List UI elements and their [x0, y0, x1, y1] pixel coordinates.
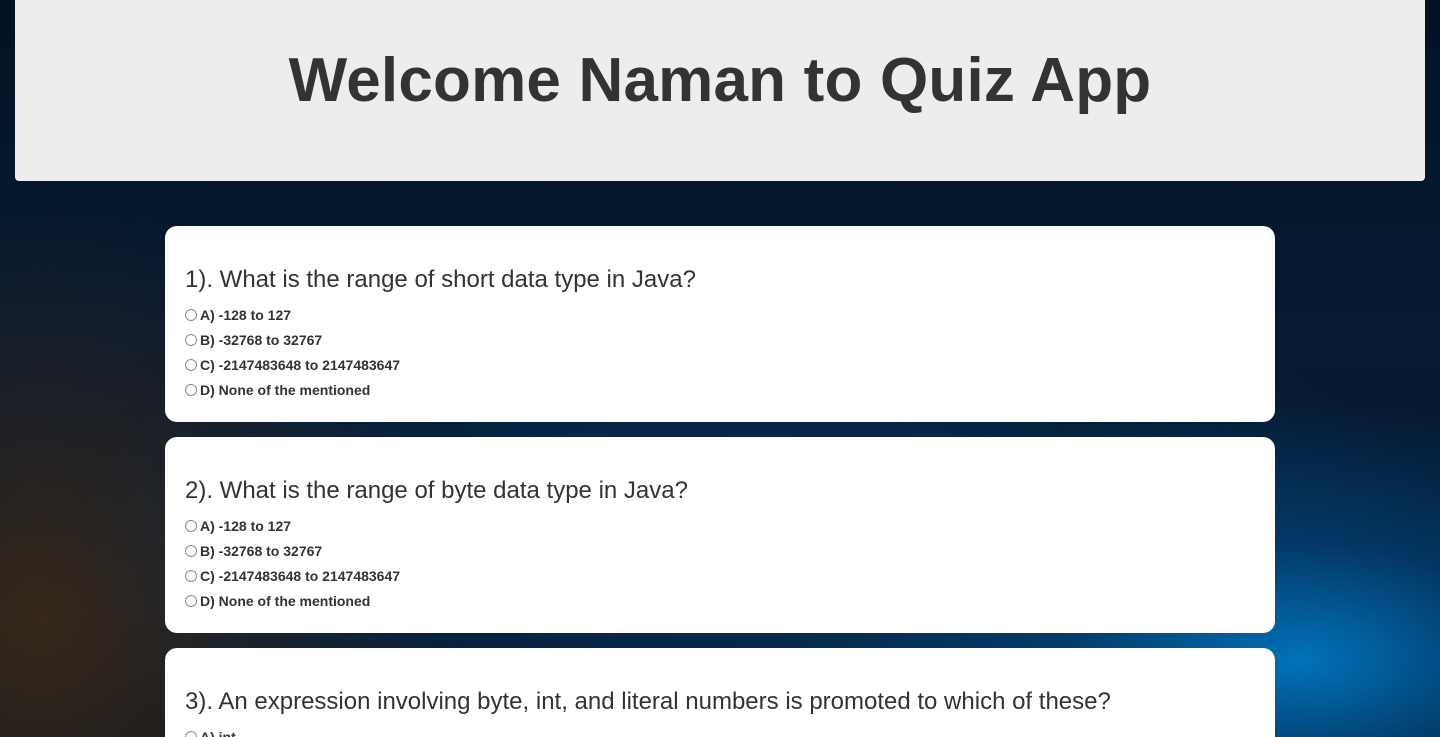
radio-button[interactable] — [185, 358, 197, 371]
option-a[interactable]: A) int — [185, 724, 1255, 737]
option-label: C) -2147483648 to 2147483647 — [200, 356, 401, 373]
radio-button[interactable] — [185, 594, 197, 607]
question-text: 2). What is the range of byte data type … — [185, 477, 688, 504]
radio-button[interactable] — [185, 308, 197, 321]
option-a[interactable]: A) -128 to 127 — [185, 302, 1255, 327]
radio-button[interactable] — [185, 730, 197, 737]
option-label: A) int — [200, 728, 236, 737]
option-label: D) None of the mentioned — [200, 381, 371, 398]
option-label: A) -128 to 127 — [200, 306, 292, 323]
option-b[interactable]: B) -32768 to 32767 — [185, 327, 1255, 352]
option-label: A) -128 to 127 — [200, 517, 292, 534]
option-b[interactable]: B) -32768 to 32767 — [185, 538, 1255, 563]
option-label: B) -32768 to 32767 — [200, 331, 323, 348]
option-label: B) -32768 to 32767 — [200, 542, 323, 559]
option-label: C) -2147483648 to 2147483647 — [200, 567, 401, 584]
radio-button[interactable] — [185, 383, 197, 396]
option-a[interactable]: A) -128 to 127 — [185, 513, 1255, 538]
radio-button[interactable] — [185, 519, 197, 532]
question-text: 1). What is the range of short data type… — [185, 266, 696, 293]
question-card-1: 1). What is the range of short data type… — [165, 226, 1275, 422]
option-d[interactable]: D) None of the mentioned — [185, 588, 1255, 613]
option-c[interactable]: C) -2147483648 to 2147483647 — [185, 352, 1255, 377]
option-label: D) None of the mentioned — [200, 592, 371, 609]
option-c[interactable]: C) -2147483648 to 2147483647 — [185, 563, 1255, 588]
radio-button[interactable] — [185, 569, 197, 582]
radio-button[interactable] — [185, 333, 197, 346]
question-text: 3). An expression involving byte, int, a… — [185, 688, 1111, 715]
question-card-2: 2). What is the range of byte data type … — [165, 437, 1275, 633]
page-header: Welcome Naman to Quiz App — [15, 0, 1425, 181]
option-d[interactable]: D) None of the mentioned — [185, 377, 1255, 402]
question-card-3: 3). An expression involving byte, int, a… — [165, 648, 1275, 737]
radio-button[interactable] — [185, 544, 197, 557]
page-title: Welcome Naman to Quiz App — [288, 46, 1152, 115]
